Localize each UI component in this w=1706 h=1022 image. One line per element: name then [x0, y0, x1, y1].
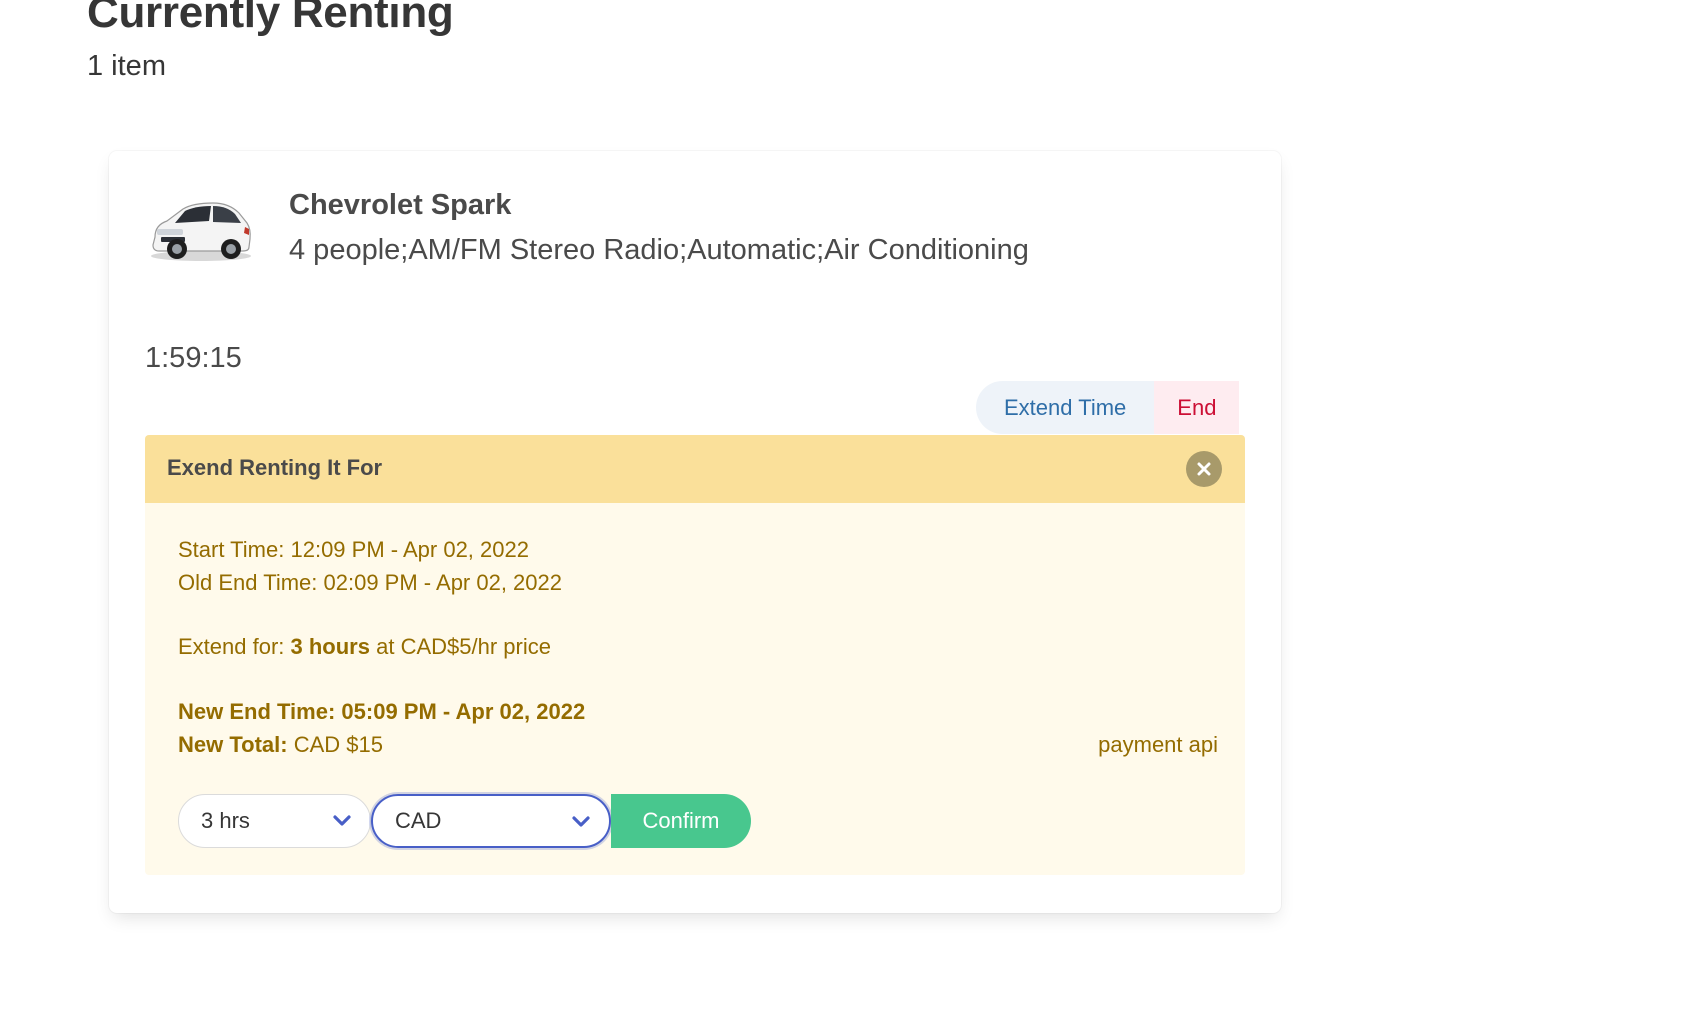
chevron-down-icon — [572, 816, 590, 827]
end-rental-button[interactable]: End — [1154, 381, 1240, 434]
new-total-line: New Total: CAD $15 — [178, 732, 383, 758]
extend-time-button[interactable]: Extend Time — [976, 381, 1155, 434]
old-end-time-line: Old End Time: 02:09 PM - Apr 02, 2022 — [178, 570, 562, 596]
confirm-button[interactable]: Confirm — [611, 794, 751, 848]
item-count: 1 item — [87, 50, 166, 82]
start-time-label: Start Time: — [178, 537, 285, 562]
currency-select-value: CAD — [395, 808, 442, 833]
extend-panel: Exend Renting It For Start Time: 12:09 P… — [145, 435, 1245, 875]
start-time-line: Start Time: 12:09 PM - Apr 02, 2022 — [178, 537, 529, 563]
car-image — [151, 202, 251, 261]
chevron-down-icon — [333, 815, 351, 826]
rental-card: Chevrolet Spark 4 people;AM/FM Stereo Ra… — [109, 151, 1281, 913]
payment-api-note: payment api — [1098, 732, 1218, 757]
new-total-value: CAD $15 — [293, 732, 383, 757]
old-end-time-label: Old End Time: — [178, 570, 318, 595]
extend-panel-header: Exend Renting It For — [145, 435, 1245, 503]
hours-select[interactable]: 3 hrs — [178, 794, 371, 848]
hours-select-value: 3 hrs — [201, 808, 250, 833]
extend-for-price: at CAD$5/hr price — [376, 634, 551, 659]
new-end-time-line: New End Time: 05:09 PM - Apr 02, 2022 — [178, 699, 585, 725]
rental-timer: 1:59:15 — [145, 342, 242, 374]
car-features: 4 people;AM/FM Stereo Radio;Automatic;Ai… — [289, 234, 1029, 266]
new-total-label: New Total: — [178, 732, 288, 757]
currency-select[interactable]: CAD — [371, 794, 611, 848]
car-name: Chevrolet Spark — [289, 189, 512, 221]
extend-for-value: 3 hours — [290, 634, 370, 659]
extend-for-label: Extend for: — [178, 634, 285, 659]
old-end-time-value: 02:09 PM - Apr 02, 2022 — [323, 570, 563, 595]
extend-panel-title: Exend Renting It For — [167, 455, 383, 480]
page-title: Currently Renting — [87, 0, 454, 37]
start-time-value: 12:09 PM - Apr 02, 2022 — [290, 537, 529, 562]
rental-actions: Extend Time End — [976, 381, 1240, 434]
page: Currently Renting 1 item Chevrolet Spark… — [0, 0, 1706, 1022]
new-end-time-value: 05:09 PM - Apr 02, 2022 — [341, 699, 586, 724]
new-end-time-label: New End Time: — [178, 699, 336, 724]
extend-for-line: Extend for: 3 hours at CAD$5/hr price — [178, 634, 551, 660]
close-icon[interactable] — [1186, 451, 1222, 487]
